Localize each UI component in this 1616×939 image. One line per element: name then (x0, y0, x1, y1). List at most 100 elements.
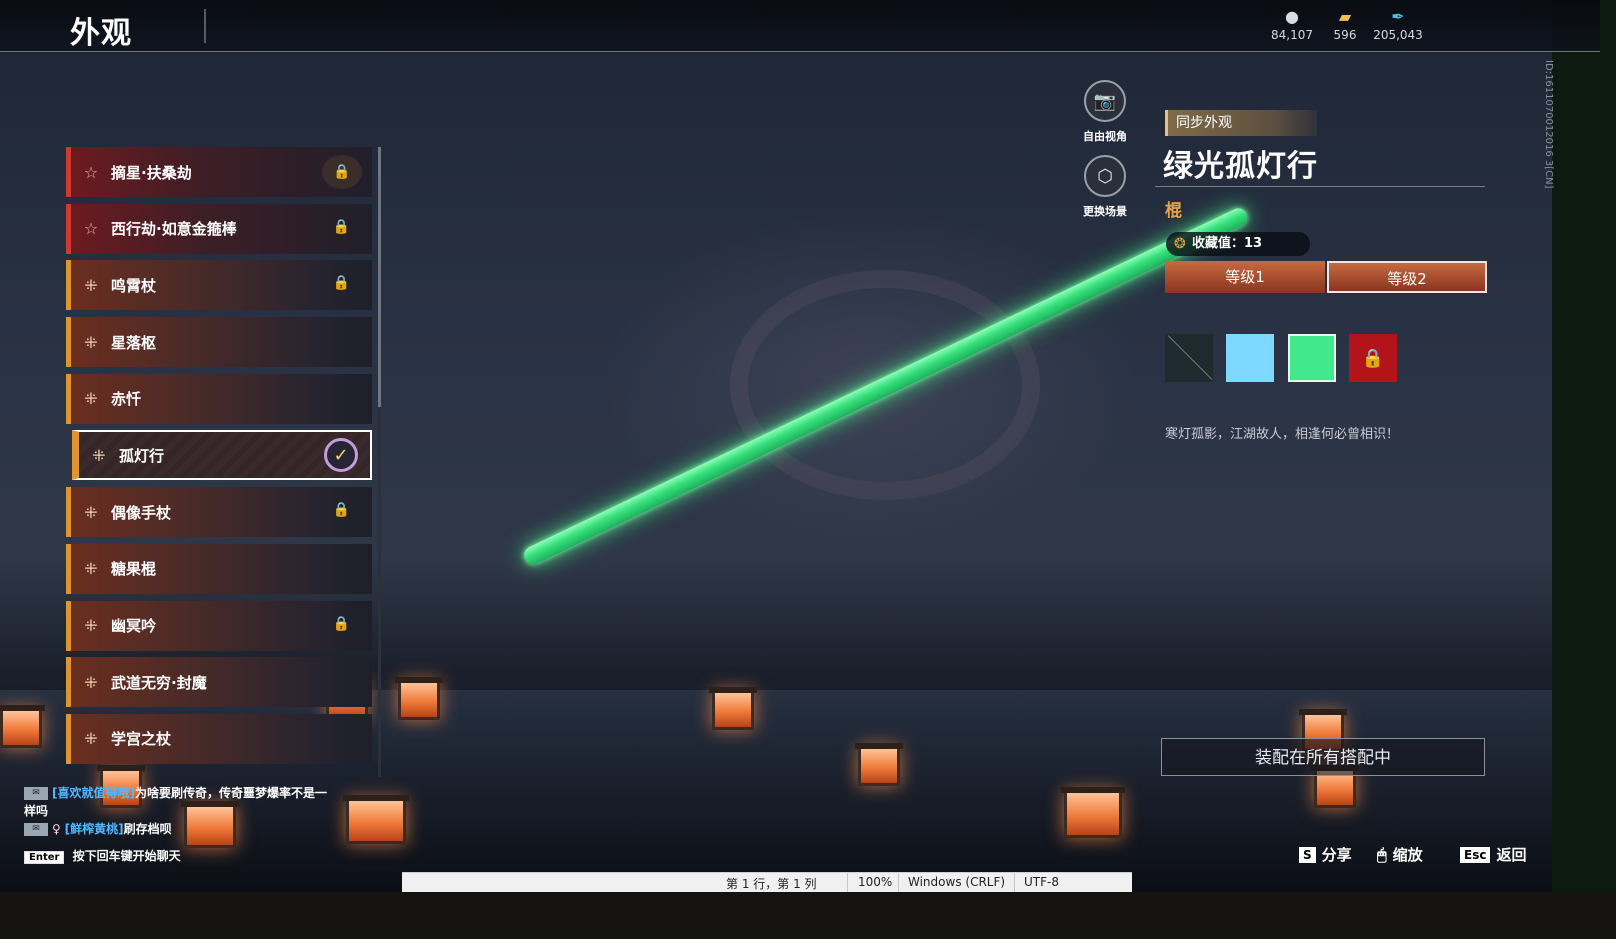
cursor-position: 第 1 行，第 1 列 (726, 877, 817, 891)
floating-lantern (1061, 787, 1125, 838)
free-view-label: 自由视角 (1083, 130, 1127, 143)
cross-icon: ⁜ (84, 332, 98, 352)
list-item[interactable]: ⁜ 武道无穷·封魔 (66, 657, 372, 708)
chat-channel-icon: ✉ (24, 787, 48, 800)
cross-icon: ⁜ (84, 616, 98, 635)
back-hint[interactable]: Esc 返回 (1460, 844, 1526, 865)
list-item-label: 偶像手杖 (111, 503, 172, 522)
lock-icon: 🔒 (332, 615, 350, 632)
cross-icon: ⁜ (84, 559, 98, 579)
item-type: 棍 (1165, 201, 1182, 221)
item-description: 寒灯孤影，江湖故人，相逢何必曾相识！ (1165, 427, 1400, 442)
cross-icon: ⁜ (84, 389, 98, 409)
star-icon: ☆ (83, 162, 99, 182)
currency-feather: ✒ 205,043 (1368, 7, 1428, 43)
list-item-label: 孤灯行 (119, 446, 165, 465)
mouse-icon: 🖱 (1377, 844, 1387, 864)
esc-key: Esc (1460, 846, 1491, 863)
feather-icon: ✒ (1391, 7, 1405, 26)
list-item[interactable]: ⁜ 糖果棍 (66, 543, 372, 594)
list-item-selected[interactable]: ⁜ 孤灯行 ✓ (72, 430, 372, 481)
zoom-level: 100% (858, 875, 893, 889)
list-item[interactable]: ☆ 摘星·扶桑劫 🔒 (66, 147, 372, 197)
chat-line: ✉ [喜欢就值得哦]为啥要刷传奇，传奇噩梦爆率不是一样吗 (24, 784, 334, 820)
zoom-hint[interactable]: 🖱 缩放 (1377, 844, 1423, 865)
list-item-label: 幽冥吟 (111, 617, 157, 635)
lock-icon: 🔒 (332, 218, 350, 235)
cross-icon: ⁜ (84, 275, 98, 295)
chat-username[interactable]: [喜欢就值得哦] (52, 786, 135, 800)
divider (1014, 873, 1015, 893)
chat-username[interactable]: [鲜榨黄桃] (65, 822, 124, 836)
chat-message: 刷存档呗 (123, 822, 172, 836)
equip-all-button[interactable]: 装配在所有搭配中 (1161, 738, 1485, 776)
free-view-button[interactable]: 📷 自由视角 (1081, 80, 1129, 144)
collection-label: 收藏值：13 (1192, 236, 1263, 251)
enter-key: Enter (24, 851, 65, 864)
lock-icon: 🔒 (1361, 347, 1385, 369)
color-swatch-none[interactable] (1165, 334, 1213, 382)
title-divider (204, 9, 206, 43)
chat-line: ✉ ♀ [鲜榨黄桃]刷存档呗 (24, 820, 334, 838)
tab-level-2[interactable]: 等级2 (1327, 261, 1487, 293)
cross-icon: ⁜ (84, 729, 98, 749)
female-icon: ♀ (52, 822, 65, 836)
collection-value: ❂ 收藏值：13 (1166, 232, 1310, 256)
floating-lantern (855, 743, 903, 786)
floating-lantern (395, 677, 443, 720)
list-item-label: 摘星·扶桑劫 (111, 163, 192, 182)
share-label: 分享 (1321, 846, 1352, 864)
collection-icon: ❂ (1174, 236, 1186, 252)
camera-icon: 📷 (1084, 80, 1126, 122)
list-item-label: 学宫之杖 (111, 730, 172, 749)
change-scene-label: 更换场景 (1083, 205, 1127, 218)
enter-hint-text: 按下回车键开始聊天 (72, 849, 181, 863)
share-key: S (1299, 846, 1316, 863)
chat-channel-icon: ✉ (24, 823, 48, 836)
tab-level-1[interactable]: 等级1 (1165, 261, 1325, 293)
ticket-icon: ▰ (1338, 7, 1352, 26)
list-item-label: 鸣霄杖 (111, 276, 157, 295)
currency-coin-value: 84,107 (1271, 28, 1313, 42)
page-title: 外观 (70, 16, 132, 51)
cube-icon: ⬡ (1084, 155, 1126, 197)
editor-status-bar: 第 1 行，第 1 列 100% Windows (CRLF) UTF-8 (402, 872, 1132, 893)
currency-coin: ● 84,107 (1262, 7, 1322, 43)
color-swatch-locked[interactable]: 🔒 (1349, 334, 1397, 382)
list-item[interactable]: ⁜ 偶像手杖 🔒 (66, 487, 372, 538)
list-item[interactable]: ⁜ 星落枢 (66, 317, 372, 368)
cross-icon: ⁜ (92, 445, 106, 465)
weapon-staff-model[interactable] (521, 205, 1251, 568)
share-hint[interactable]: S 分享 (1299, 844, 1352, 865)
list-item[interactable]: ☆ 西行劫·如意金箍棒 🔒 (66, 203, 372, 254)
divider (847, 873, 848, 893)
change-scene-button[interactable]: ⬡ 更换场景 (1081, 155, 1129, 219)
color-swatch-green[interactable] (1288, 334, 1336, 382)
list-item-label: 糖果棍 (111, 560, 157, 579)
color-swatch-blue[interactable] (1226, 334, 1274, 382)
chat-enter-hint[interactable]: Enter 按下回车键开始聊天 (24, 847, 181, 864)
desktop-edge (1552, 0, 1616, 939)
list-item[interactable]: ⁜ 学宫之杖 (66, 713, 372, 764)
item-name: 绿光孤灯行 (1163, 149, 1318, 184)
encoding: UTF-8 (1024, 875, 1059, 889)
equipped-check-icon: ✓ (324, 438, 358, 473)
lock-icon: 🔒 (322, 155, 362, 189)
list-item-label: 武道无穷·封魔 (111, 673, 207, 692)
top-bar: 外观 ● 84,107 ▰ 596 ✒ 205,043 (0, 0, 1600, 52)
list-item-label: 赤忏 (111, 390, 142, 409)
coin-icon: ● (1285, 7, 1299, 26)
list-item[interactable]: ⁜ 赤忏 (66, 373, 372, 424)
title-underline (1155, 186, 1485, 187)
list-scrollbar-thumb[interactable] (378, 147, 381, 407)
currency-ticket: ▰ 596 (1315, 7, 1375, 43)
floating-lantern (709, 687, 757, 730)
cross-icon: ⁜ (84, 502, 98, 522)
appearance-list[interactable]: ☆ 摘星·扶桑劫 🔒 ☆ 西行劫·如意金箍棒 🔒 ⁜ 鸣霄杖 🔒 ⁜ 星落枢 ⁜… (66, 147, 372, 777)
star-icon: ☆ (83, 219, 99, 239)
line-ending: Windows (CRLF) (908, 875, 1006, 889)
floating-lantern (0, 705, 45, 748)
list-item[interactable]: ⁜ 幽冥吟 🔒 (66, 600, 372, 651)
list-item[interactable]: ⁜ 鸣霄杖 🔒 (66, 260, 372, 311)
lock-icon: 🔒 (332, 275, 350, 292)
